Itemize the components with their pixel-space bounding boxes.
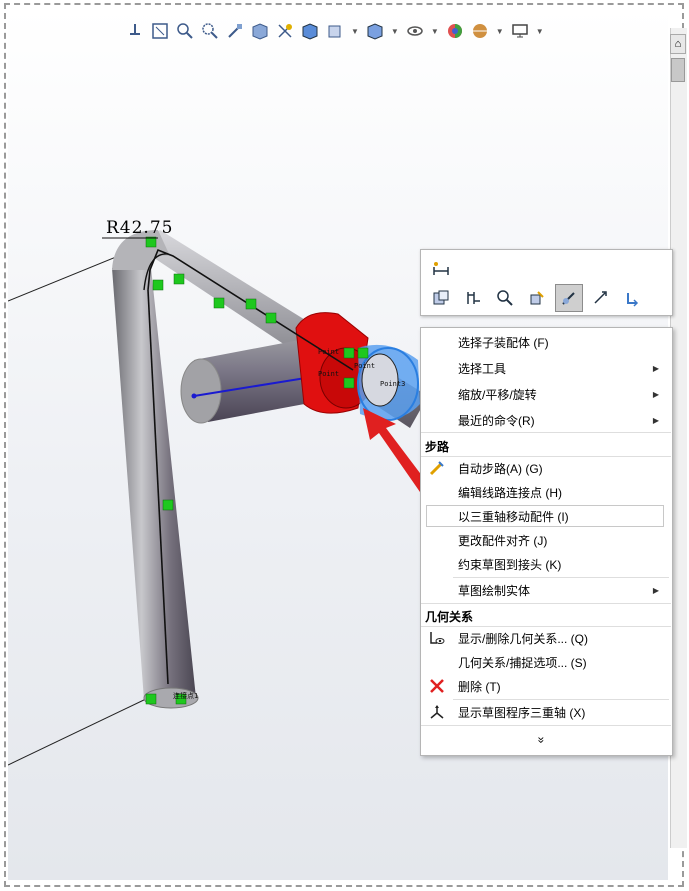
- svg-text:Point: Point: [318, 348, 339, 356]
- dynamic-annotation-icon[interactable]: [274, 20, 296, 42]
- delete-x-icon: [427, 676, 447, 696]
- section-header-relations: 几何关系: [425, 610, 474, 624]
- sketch-line: [8, 697, 149, 766]
- zoom-selection-icon[interactable]: [491, 284, 519, 312]
- zoom-to-fit-icon[interactable]: [149, 20, 171, 42]
- menu-item-delete[interactable]: 删除 (T): [421, 675, 671, 697]
- edit-component-icon[interactable]: [523, 284, 551, 312]
- menu-item-auto-route[interactable]: 自动步路(A) (G): [421, 457, 671, 479]
- menu-item-recent-commands[interactable]: 最近的命令(R) ▶: [421, 409, 671, 431]
- menu-item-edit-route-point[interactable]: 编辑线路连接点 (H): [421, 481, 671, 503]
- submenu-arrow-icon: ▶: [652, 415, 659, 425]
- zoom-area-icon[interactable]: [174, 20, 196, 42]
- context-toolbar: [420, 249, 673, 316]
- submenu-arrow-icon: ▶: [652, 585, 659, 595]
- move-with-triad-icon[interactable]: [555, 284, 583, 312]
- rotate-view-icon[interactable]: [587, 284, 615, 312]
- component-properties-icon[interactable]: [427, 284, 455, 312]
- chevron-down-icon[interactable]: ▼: [496, 27, 504, 36]
- monitor-icon[interactable]: [469, 20, 491, 42]
- menu-item-sketch-entities[interactable]: 草图绘制实体 ▶: [421, 579, 671, 601]
- appearance-icon[interactable]: [404, 20, 426, 42]
- menu-divider: [421, 432, 671, 433]
- svg-text:Point3: Point3: [380, 380, 405, 388]
- menu-item-constrain-sketch[interactable]: 约束草图到接头 (K): [421, 553, 671, 575]
- zoom-selection-icon[interactable]: [199, 20, 221, 42]
- display-style-icon[interactable]: [324, 20, 346, 42]
- chevron-down-icon[interactable]: ▼: [431, 27, 439, 36]
- previous-view-icon[interactable]: [224, 20, 246, 42]
- chevron-down-icon[interactable]: ▼: [536, 27, 544, 36]
- hide-show-icon[interactable]: [364, 20, 386, 42]
- scrollbar-thumb[interactable]: [671, 58, 685, 82]
- scene-icon[interactable]: [444, 20, 466, 42]
- relations-eye-icon: [427, 628, 447, 648]
- menu-item-select-subassembly[interactable]: 选择子装配体 (F): [421, 331, 671, 353]
- section-header-routing: 步路: [425, 440, 450, 454]
- submenu-arrow-icon: ▶: [652, 363, 659, 373]
- svg-text:连接点1: 连接点1: [173, 691, 198, 700]
- section-view-icon[interactable]: [249, 20, 271, 42]
- swap-icon[interactable]: [459, 284, 487, 312]
- menu-divider: [453, 577, 669, 578]
- menu-item-show-delete-relations[interactable]: 显示/删除几何关系... (Q): [421, 627, 671, 649]
- smart-dimension-icon[interactable]: [427, 256, 455, 284]
- menu-item-show-sketch-triad[interactable]: 显示草图程序三重轴 (X): [421, 701, 671, 723]
- auto-route-icon: [427, 458, 447, 478]
- menu-item-move-with-triad[interactable]: 以三重轴移动配件 (I): [421, 505, 671, 527]
- radius-dimension[interactable]: R42.75: [106, 218, 173, 238]
- menu-divider: [421, 725, 671, 726]
- chevron-down-icon[interactable]: ▼: [391, 27, 399, 36]
- heads-up-toolbar: ▼ ▼ ▼ ▼ ▼: [124, 18, 546, 44]
- menu-item-zoom-pan-rotate[interactable]: 缩放/平移/旋转 ▶: [421, 383, 671, 405]
- svg-text:Point: Point: [354, 362, 375, 370]
- pipe-vertical[interactable]: [112, 258, 196, 700]
- branch-cylinder-end[interactable]: [180, 358, 222, 424]
- menu-item-relation-snap-options[interactable]: 几何关系/捕捉选项... (S): [421, 651, 671, 673]
- expand-more-icon[interactable]: »: [534, 737, 548, 744]
- home-icon[interactable]: ⌂: [670, 34, 686, 54]
- centerline-point: [191, 393, 197, 399]
- context-menu: 选择子装配体 (F) 选择工具 ▶ 缩放/平移/旋转 ▶ 最近的命令(R) ▶ …: [420, 327, 673, 756]
- view-orientation-icon[interactable]: [124, 20, 146, 42]
- menu-item-select-tools[interactable]: 选择工具 ▶: [421, 357, 671, 379]
- chevron-down-icon[interactable]: ▼: [351, 27, 359, 36]
- svg-text:Point: Point: [318, 370, 339, 378]
- menu-divider: [421, 603, 671, 604]
- triad-icon: [427, 702, 447, 722]
- undo-icon[interactable]: [619, 284, 647, 312]
- view-cube-icon[interactable]: [299, 20, 321, 42]
- menu-divider: [453, 699, 669, 700]
- display-icon[interactable]: [509, 20, 531, 42]
- submenu-arrow-icon: ▶: [652, 389, 659, 399]
- menu-item-change-alignment[interactable]: 更改配件对齐 (J): [421, 529, 671, 551]
